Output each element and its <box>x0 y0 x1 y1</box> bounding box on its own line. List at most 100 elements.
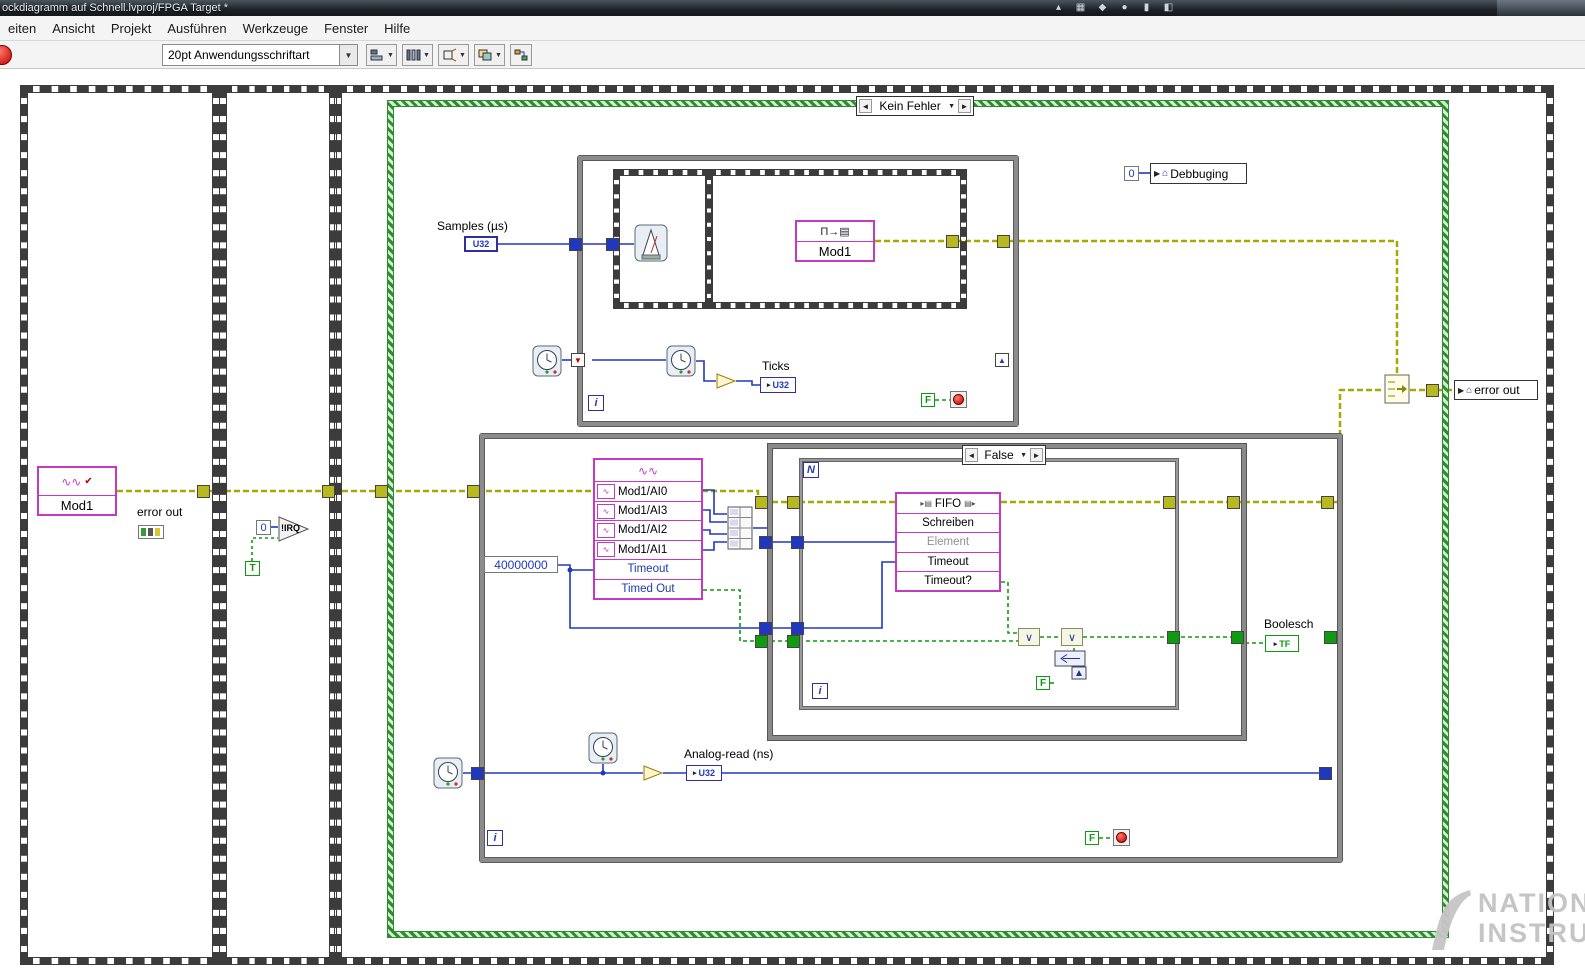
tray-icon[interactable]: ▮ <box>1140 1 1153 14</box>
tunnel[interactable] <box>1426 384 1439 397</box>
menu-item-fenster[interactable]: Fenster <box>316 16 376 40</box>
cleanup-diagram-button[interactable] <box>510 44 532 66</box>
tunnel[interactable] <box>791 536 804 549</box>
loop-timer-icon[interactable] <box>666 345 696 377</box>
menu-item-ausfuehren[interactable]: Ausführen <box>159 16 234 40</box>
menu-item-projekt[interactable]: Projekt <box>103 16 159 40</box>
io-channel-row[interactable]: ∿ Mod1/AI3 <box>595 500 701 520</box>
iteration-terminal[interactable]: i <box>812 683 828 699</box>
loop-timer-icon[interactable] <box>532 345 562 377</box>
fifo-timeout-row[interactable]: Timeout <box>897 551 999 571</box>
fifo-element-row[interactable]: Element <box>897 532 999 551</box>
tunnel[interactable] <box>569 238 582 251</box>
tunnel[interactable] <box>791 622 804 635</box>
tunnel[interactable] <box>197 485 210 498</box>
chevron-down-icon[interactable]: ▼ <box>948 103 955 110</box>
timeout-constant[interactable]: 40000000 <box>484 556 558 573</box>
tunnel[interactable] <box>997 235 1010 248</box>
tunnel[interactable] <box>759 622 772 635</box>
io-channel-row[interactable]: ∿ Mod1/AI1 <box>595 539 701 559</box>
case-selector-false[interactable]: ◄ False ▼ ► <box>962 445 1046 465</box>
chevron-down-icon[interactable]: ▼ <box>1020 452 1027 459</box>
fifo-write-node[interactable]: ▸▤ FIFO ▤▸ Schreiben Element Timeout Tim… <box>895 492 1001 592</box>
analog-read-indicator-terminal[interactable]: ▸ U32 <box>686 765 722 781</box>
tunnel[interactable] <box>946 235 959 248</box>
block-diagram[interactable]: ∿∿ ✔ Mod1 error out 0 !IRQ T ◄ Kein Fehl… <box>0 68 1585 978</box>
false-constant[interactable]: F <box>1085 831 1099 845</box>
loop-timer-icon[interactable] <box>433 757 463 789</box>
debug-constant[interactable]: 0 <box>1124 166 1139 181</box>
tunnel-down-arrow[interactable]: ▼ <box>571 353 585 367</box>
tunnel[interactable] <box>787 635 800 648</box>
tunnel[interactable] <box>1324 631 1337 644</box>
analog-input-io-node[interactable]: ∿∿ ∿ Mod1/AI0 ∿ Mod1/AI3 ∿ Mod1/AI2 ∿ Mo… <box>593 458 703 600</box>
samples-control-terminal[interactable]: U32 <box>464 236 498 252</box>
loop-condition-terminal[interactable] <box>950 391 967 408</box>
chevron-down-icon[interactable]: ▼ <box>495 52 502 59</box>
metronome-timer-icon[interactable] <box>634 224 668 262</box>
tunnel[interactable] <box>606 238 619 251</box>
boolesch-indicator-terminal[interactable]: ▸ TF <box>1265 635 1299 652</box>
fpga-io-node-mod1[interactable]: ∿∿ ✔ Mod1 <box>37 466 117 516</box>
error-cluster-constant[interactable] <box>138 525 164 539</box>
chevron-down-icon[interactable]: ▼ <box>387 52 394 59</box>
tray-icon[interactable]: ◧ <box>1162 1 1175 14</box>
case-prev-icon[interactable]: ◄ <box>859 99 872 113</box>
tunnel[interactable] <box>1319 767 1332 780</box>
tunnel[interactable] <box>755 635 768 648</box>
tunnel[interactable] <box>759 536 772 549</box>
io-timeout-row[interactable]: Timeout <box>595 559 701 578</box>
chevron-down-icon[interactable]: ▼ <box>423 52 430 59</box>
false-constant[interactable]: F <box>921 393 935 407</box>
sequence-frame-1[interactable] <box>20 85 220 965</box>
or-gate[interactable]: ∨ <box>1061 628 1083 646</box>
tunnel[interactable] <box>1163 496 1176 509</box>
fifo-timeout-q-row[interactable]: Timeout? <box>897 570 999 590</box>
or-gate[interactable]: ∨ <box>1018 628 1040 646</box>
io-timed-out-row[interactable]: Timed Out <box>595 578 701 598</box>
tunnel[interactable] <box>322 485 335 498</box>
case-next-icon[interactable]: ► <box>1030 448 1043 462</box>
iteration-terminal[interactable]: i <box>588 395 604 411</box>
resize-objects-button[interactable]: ▼ <box>438 44 469 66</box>
ticks-indicator-terminal[interactable]: ▸ U32 <box>760 377 796 393</box>
boolean-constant[interactable]: T <box>245 561 260 576</box>
false-constant[interactable]: F <box>1036 676 1050 690</box>
menu-item-bearbeiten[interactable]: eiten <box>0 16 44 40</box>
tunnel[interactable] <box>1321 496 1334 509</box>
irq-constant[interactable]: 0 <box>256 520 271 535</box>
tunnel-up-arrow[interactable]: ▲ <box>995 353 1009 367</box>
feedback-node[interactable] <box>1054 650 1094 680</box>
io-channel-row[interactable]: ∿ Mod1/AI0 <box>595 481 701 500</box>
tunnel[interactable] <box>1167 631 1180 644</box>
merge-errors-node[interactable] <box>1384 374 1410 404</box>
io-channel-row[interactable]: ∿ Mod1/AI2 <box>595 520 701 539</box>
case-prev-icon[interactable]: ◄ <box>965 448 978 462</box>
tunnel[interactable] <box>787 496 800 509</box>
chevron-down-icon[interactable]: ▼ <box>339 45 357 65</box>
fifo-method-row[interactable]: Schreiben <box>897 513 999 532</box>
font-selector[interactable]: 20pt Anwendungsschriftart ▼ <box>162 44 358 66</box>
menu-item-ansicht[interactable]: Ansicht <box>44 16 103 40</box>
loop-condition-terminal[interactable] <box>1113 829 1130 846</box>
build-array-node[interactable] <box>727 506 753 550</box>
align-objects-button[interactable]: ▼ <box>366 44 397 66</box>
coerce-triangle-icon[interactable] <box>643 765 664 781</box>
menu-item-hilfe[interactable]: Hilfe <box>376 16 418 40</box>
tray-icon[interactable]: ▴ <box>1052 1 1065 14</box>
debugging-indicator[interactable]: ▶ ⌂ Debbuging <box>1150 163 1247 184</box>
fpga-io-node-mod1-seq[interactable]: Π→▤ Mod1 <box>795 220 875 262</box>
menu-item-werkzeuge[interactable]: Werkzeuge <box>235 16 317 40</box>
tunnel[interactable] <box>375 485 388 498</box>
tunnel[interactable] <box>1231 631 1244 644</box>
tray-icon[interactable]: ▦ <box>1074 1 1087 14</box>
count-terminal[interactable]: N <box>803 462 819 478</box>
tunnel[interactable] <box>467 485 480 498</box>
tray-icon[interactable]: ◆ <box>1096 1 1109 14</box>
iteration-terminal[interactable]: i <box>487 830 503 846</box>
error-out-indicator[interactable]: ▶ ⌂ error out <box>1454 380 1538 400</box>
coerce-triangle-icon[interactable] <box>716 373 737 389</box>
tray-icon[interactable]: ● <box>1118 1 1131 14</box>
loop-timer-icon[interactable] <box>588 732 618 764</box>
case-selector-kein-fehler[interactable]: ◄ Kein Fehler ▼ ► <box>856 96 974 116</box>
